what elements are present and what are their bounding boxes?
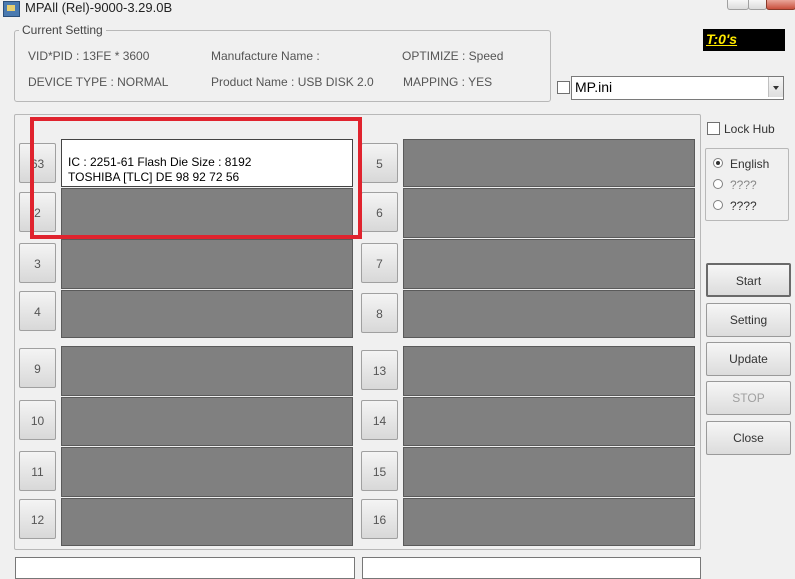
device-type-text: DEVICE TYPE : NORMAL [28, 75, 169, 89]
language-label-3: ???? [730, 199, 757, 213]
port-button-14[interactable]: 14 [361, 400, 398, 440]
port-slot-8 [403, 290, 695, 338]
stop-button[interactable]: STOP [706, 381, 791, 415]
setting-button[interactable]: Setting [706, 303, 791, 337]
port-button-13[interactable]: 13 [361, 350, 398, 390]
port-button-5[interactable]: 5 [361, 143, 398, 183]
vid-pid-text: VID*PID : 13FE * 3600 [28, 49, 150, 63]
port-slot-16 [403, 498, 695, 546]
port-button-10[interactable]: 10 [19, 400, 56, 440]
maximize-button[interactable] [748, 0, 767, 10]
timer-text: T:0's [706, 31, 738, 47]
current-setting-group [14, 30, 551, 102]
port-slot-15 [403, 447, 695, 497]
lock-hub-checkbox[interactable] [707, 122, 720, 135]
status-box-right [362, 557, 701, 579]
window-title: MPAll (Rel)-9000-3.29.0B [25, 0, 173, 15]
current-setting-label: Current Setting [19, 23, 106, 37]
update-button[interactable]: Update [706, 342, 791, 376]
port-slot-3 [61, 239, 353, 289]
ini-checkbox[interactable] [557, 81, 570, 94]
port-button-6[interactable]: 6 [361, 192, 398, 232]
port-slot-11 [61, 447, 353, 497]
language-radio-english[interactable] [713, 158, 723, 168]
status-box-left [15, 557, 355, 579]
close-window-button[interactable] [766, 0, 795, 10]
port-button-3[interactable]: 3 [19, 243, 56, 283]
ini-combobox-value: MP.ini [575, 79, 613, 95]
port-button-7[interactable]: 7 [361, 243, 398, 283]
port-slot-5 [403, 139, 695, 187]
port-button-15[interactable]: 15 [361, 451, 398, 491]
language-radio-2[interactable] [713, 179, 723, 189]
port-slot-13 [403, 346, 695, 396]
port-button-16[interactable]: 16 [361, 499, 398, 539]
language-label-2: ???? [730, 178, 757, 192]
port-button-9[interactable]: 9 [19, 348, 56, 388]
minimize-button[interactable] [727, 0, 749, 10]
port-button-8[interactable]: 8 [361, 293, 398, 333]
highlight-annotation-box [30, 117, 362, 239]
port-button-4[interactable]: 4 [19, 291, 56, 331]
port-slot-14 [403, 397, 695, 446]
port-slot-12 [61, 498, 353, 546]
timer-display: T:0's [703, 29, 785, 51]
ini-combobox[interactable]: MP.ini [571, 76, 784, 100]
port-slot-7 [403, 239, 695, 289]
language-radio-3[interactable] [713, 200, 723, 210]
port-slot-6 [403, 188, 695, 238]
port-slot-9 [61, 346, 353, 396]
mapping-text: MAPPING : YES [403, 75, 493, 89]
chevron-down-icon[interactable] [768, 77, 783, 97]
close-button[interactable]: Close [706, 421, 791, 455]
start-button[interactable]: Start [706, 263, 791, 297]
port-slot-4 [61, 290, 353, 338]
product-name-text: Product Name : USB DISK 2.0 [211, 75, 374, 89]
app-icon [3, 1, 20, 17]
language-label-english: English [730, 157, 770, 171]
optimize-text: OPTIMIZE : Speed [402, 49, 504, 63]
lock-hub-label: Lock Hub [724, 122, 775, 136]
port-button-11[interactable]: 11 [19, 451, 56, 491]
manufacture-name-text: Manufacture Name : [211, 49, 320, 63]
port-slot-10 [61, 397, 353, 446]
port-button-12[interactable]: 12 [19, 499, 56, 539]
